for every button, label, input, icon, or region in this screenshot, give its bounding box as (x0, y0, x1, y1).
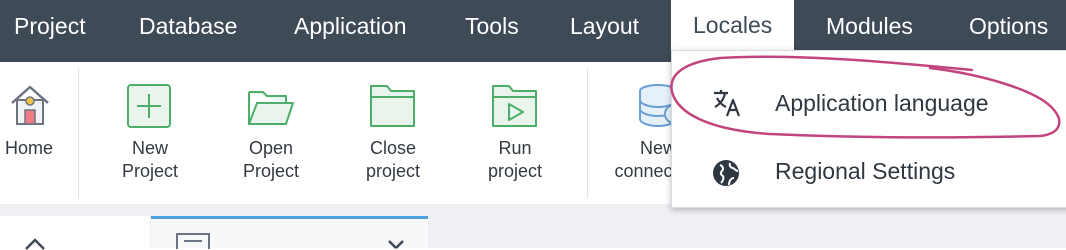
run-project-button[interactable]: Run project (470, 62, 560, 204)
folder-icon (370, 85, 415, 127)
open-folder-icon (248, 91, 294, 125)
menu-project[interactable]: Project (14, 0, 86, 62)
close-project-button[interactable]: Close project (348, 62, 438, 204)
run-project-label-line1: Run (498, 138, 532, 158)
menu-layout[interactable]: Layout (570, 0, 639, 62)
regional-settings-label: Regional Settings (775, 158, 956, 184)
home-button[interactable]: Home (0, 62, 58, 204)
menu-database[interactable]: Database (139, 0, 237, 62)
menu-locales[interactable]: Locales (671, 0, 795, 50)
home-label: Home (4, 138, 53, 158)
document-icon (176, 233, 210, 249)
tab-document[interactable] (151, 216, 428, 249)
new-project-label-line2: Project (121, 161, 179, 181)
open-project-label: Open Project (226, 137, 316, 183)
globe-icon (713, 160, 739, 186)
menu-application[interactable]: Application (294, 0, 407, 62)
toolbar-divider (587, 68, 588, 198)
document-tabstrip (0, 204, 1066, 250)
house-icon (11, 85, 49, 125)
open-project-label-line2: Project (242, 161, 300, 181)
close-project-label-line2: project (365, 161, 421, 181)
menu-item-regional-settings[interactable]: Regional Settings (672, 141, 1066, 201)
new-project-label-line1: New (131, 138, 168, 158)
new-project-button[interactable]: New Project (105, 62, 195, 204)
translate-icon (714, 90, 741, 117)
menu-item-application-language[interactable]: Application language (672, 73, 1066, 133)
locales-dropdown-menu: Application language Regional Settings (671, 50, 1066, 208)
tab-home[interactable] (0, 216, 150, 250)
run-project-label: Run project (470, 137, 560, 183)
play-folder-icon (492, 85, 537, 127)
house-icon (25, 238, 45, 250)
menu-tools[interactable]: Tools (465, 0, 519, 62)
close-project-label-line1: Close (369, 138, 417, 158)
open-project-button[interactable]: Open Project (226, 62, 316, 204)
run-project-label-line2: project (487, 161, 543, 181)
close-project-label: Close project (348, 137, 438, 183)
toolbar-divider (78, 68, 79, 198)
application-language-label: Application language (775, 90, 989, 116)
open-project-label-line1: Open (248, 138, 294, 158)
new-project-label: New Project (105, 137, 195, 183)
plus-square-icon (127, 84, 171, 128)
